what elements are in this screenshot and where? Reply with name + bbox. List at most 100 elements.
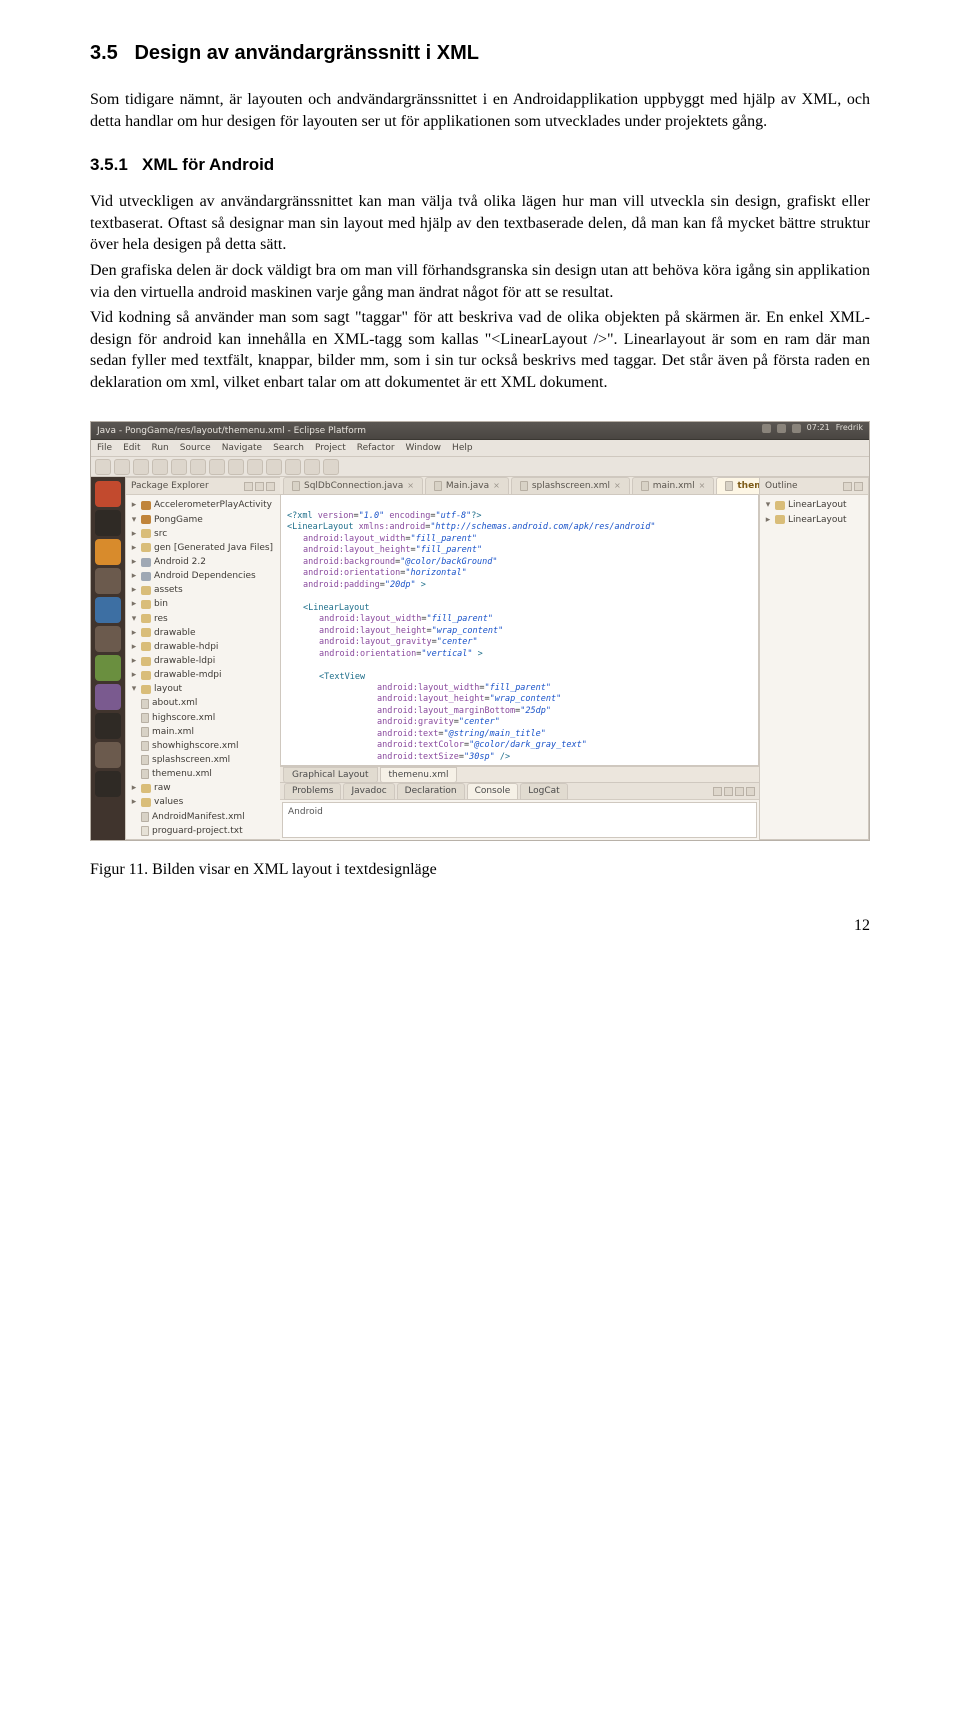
tree-row[interactable]: ▸Android Dependencies: [128, 569, 278, 583]
tree-row[interactable]: splashscreen.xml: [128, 753, 278, 767]
menu-source[interactable]: Source: [180, 442, 211, 454]
toolbar-button[interactable]: [114, 459, 130, 475]
panel-icon[interactable]: [255, 482, 264, 491]
view-tab[interactable]: Declaration: [397, 783, 465, 799]
menu-window[interactable]: Window: [406, 442, 442, 454]
tree-row[interactable]: ▸values: [128, 795, 278, 809]
tree-row[interactable]: project.properties: [128, 838, 278, 840]
panel-icon[interactable]: [266, 482, 275, 491]
editor-tab[interactable]: main.xml×: [632, 477, 715, 494]
launcher-icon[interactable]: [95, 568, 121, 594]
toolbar-button[interactable]: [285, 459, 301, 475]
tree-row[interactable]: highscore.xml: [128, 711, 278, 725]
disclosure-triangle-icon[interactable]: ▾: [130, 514, 138, 526]
toolbar-button[interactable]: [133, 459, 149, 475]
disclosure-triangle-icon[interactable]: ▸: [130, 641, 138, 653]
menu-project[interactable]: Project: [315, 442, 346, 454]
panel-icon[interactable]: [244, 482, 253, 491]
tree-row[interactable]: ▸drawable-hdpi: [128, 640, 278, 654]
tree-row[interactable]: proguard-project.txt: [128, 824, 278, 838]
disclosure-triangle-icon[interactable]: ▸: [130, 782, 138, 794]
toolbar-button[interactable]: [228, 459, 244, 475]
tree-row[interactable]: about.xml: [128, 696, 278, 710]
view-tab[interactable]: Javadoc: [343, 783, 394, 799]
panel-icon[interactable]: [724, 787, 733, 796]
editor-tab[interactable]: SqlDbConnection.java×: [283, 477, 423, 494]
outline-item[interactable]: LinearLayout: [788, 499, 847, 511]
toolbar-button[interactable]: [95, 459, 111, 475]
view-tab[interactable]: Problems: [284, 783, 341, 799]
tree-row[interactable]: AndroidManifest.xml: [128, 810, 278, 824]
editor-tab[interactable]: splashscreen.xml×: [511, 477, 630, 494]
panel-header[interactable]: Outline: [760, 478, 868, 495]
disclosure-triangle-icon[interactable]: ▸: [130, 499, 138, 511]
tree-row[interactable]: ▸Android 2.2: [128, 555, 278, 569]
toolbar-button[interactable]: [152, 459, 168, 475]
launcher-icon[interactable]: [95, 626, 121, 652]
tree-row[interactable]: themenu.xml: [128, 767, 278, 781]
tree-row[interactable]: ▸drawable-ldpi: [128, 654, 278, 668]
menu-help[interactable]: Help: [452, 442, 473, 454]
disclosure-triangle-icon[interactable]: ▸: [130, 528, 138, 540]
editor-tab[interactable]: Main.java×: [425, 477, 509, 494]
launcher-icon[interactable]: [95, 510, 121, 536]
tree-row[interactable]: ▾layout: [128, 682, 278, 696]
disclosure-triangle-icon[interactable]: ▸: [130, 627, 138, 639]
menu-file[interactable]: File: [97, 442, 112, 454]
window-titlebar[interactable]: Java - PongGame/res/layout/themenu.xml -…: [91, 422, 869, 440]
disclosure-triangle-icon[interactable]: ▸: [130, 570, 138, 582]
launcher-icon[interactable]: [95, 539, 121, 565]
close-icon[interactable]: ×: [407, 481, 414, 492]
tree-row[interactable]: showhighscore.xml: [128, 739, 278, 753]
tree-row[interactable]: ▸src: [128, 527, 278, 541]
menu-search[interactable]: Search: [273, 442, 304, 454]
menu-run[interactable]: Run: [152, 442, 169, 454]
disclosure-triangle-icon[interactable]: ▸: [130, 796, 138, 808]
tree-row[interactable]: ▸raw: [128, 781, 278, 795]
view-tab[interactable]: Console: [467, 783, 519, 799]
editor-mode-tab[interactable]: themenu.xml: [380, 767, 458, 783]
toolbar-button[interactable]: [266, 459, 282, 475]
tray-icon[interactable]: [762, 424, 771, 433]
close-icon[interactable]: ×: [699, 481, 706, 492]
tree-row[interactable]: ▸AccelerometerPlayActivity: [128, 498, 278, 512]
tree-row[interactable]: ▸drawable: [128, 626, 278, 640]
tree-row[interactable]: ▸gen [Generated Java Files]: [128, 541, 278, 555]
close-icon[interactable]: ×: [614, 481, 621, 492]
tray-icon[interactable]: [792, 424, 801, 433]
panel-icon[interactable]: [746, 787, 755, 796]
tray-icon[interactable]: [777, 424, 786, 433]
toolbar-button[interactable]: [304, 459, 320, 475]
disclosure-triangle-icon[interactable]: ▾: [130, 683, 138, 695]
panel-icon[interactable]: [854, 482, 863, 491]
disclosure-triangle-icon[interactable]: ▸: [130, 542, 138, 554]
panel-header[interactable]: Package Explorer: [126, 478, 280, 495]
launcher-icon[interactable]: [95, 481, 121, 507]
disclosure-triangle-icon[interactable]: ▸: [130, 584, 138, 596]
disclosure-triangle-icon[interactable]: ▾: [130, 613, 138, 625]
disclosure-triangle-icon[interactable]: ▸: [130, 655, 138, 667]
disclosure-triangle-icon[interactable]: ▸: [130, 669, 138, 681]
tree-row[interactable]: ▾PongGame: [128, 513, 278, 527]
panel-icon[interactable]: [735, 787, 744, 796]
editor-mode-tab[interactable]: Graphical Layout: [283, 767, 378, 783]
xml-editor[interactable]: <?xml version="1.0" encoding="utf-8"?> <…: [280, 495, 759, 766]
launcher-icon[interactable]: [95, 771, 121, 797]
disclosure-triangle-icon[interactable]: ▸: [130, 556, 138, 568]
tree-row[interactable]: ▸assets: [128, 583, 278, 597]
disclosure-triangle-icon[interactable]: ▸: [130, 598, 138, 610]
tree-row[interactable]: ▸bin: [128, 597, 278, 611]
launcher-icon[interactable]: [95, 713, 121, 739]
view-tab[interactable]: LogCat: [520, 783, 567, 799]
toolbar-button[interactable]: [323, 459, 339, 475]
menu-edit[interactable]: Edit: [123, 442, 140, 454]
toolbar-button[interactable]: [190, 459, 206, 475]
close-icon[interactable]: ×: [493, 481, 500, 492]
panel-icon[interactable]: [713, 787, 722, 796]
project-tree[interactable]: ▸AccelerometerPlayActivity▾PongGame▸src▸…: [126, 495, 280, 839]
console-body[interactable]: Android: [282, 802, 757, 838]
tree-row[interactable]: ▸drawable-mdpi: [128, 668, 278, 682]
menu-refactor[interactable]: Refactor: [357, 442, 395, 454]
launcher-icon[interactable]: [95, 655, 121, 681]
tree-row[interactable]: ▾res: [128, 612, 278, 626]
